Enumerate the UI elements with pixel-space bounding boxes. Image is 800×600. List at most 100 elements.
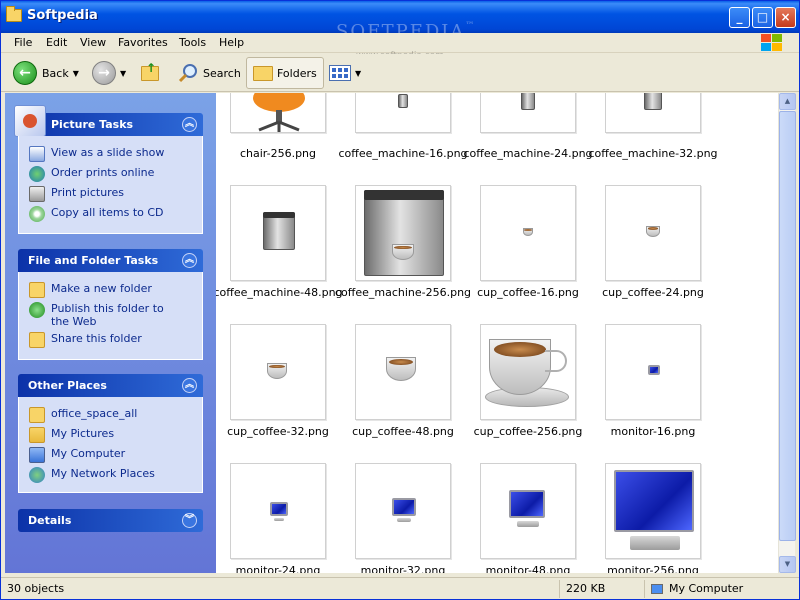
file-thumbnail[interactable] xyxy=(480,185,576,281)
file-name[interactable]: coffee_machine-16.png xyxy=(333,147,473,160)
file-thumbnail[interactable] xyxy=(480,463,576,559)
forward-button[interactable]: → ▼ xyxy=(92,57,126,89)
menu-file[interactable]: File xyxy=(14,36,32,49)
chevron-down-icon[interactable]: ▼ xyxy=(120,69,126,78)
task-label: Share this folder xyxy=(51,332,142,345)
file-thumbnail[interactable] xyxy=(230,463,326,559)
maximize-button[interactable]: □ xyxy=(752,7,773,28)
file-name[interactable]: monitor-256.png xyxy=(583,564,723,573)
search-button[interactable]: Search xyxy=(177,57,241,89)
task-share-folder[interactable]: Share this folder xyxy=(29,332,202,348)
cup-image xyxy=(392,244,414,260)
folders-label: Folders xyxy=(277,66,317,80)
task-new-folder[interactable]: Make a new folder xyxy=(29,282,202,298)
file-folder-tasks-panel: File and Folder Tasks ︽ Make a new folde… xyxy=(18,249,203,360)
file-name[interactable]: chair-256.png xyxy=(216,147,348,160)
windows-logo-icon xyxy=(761,34,785,52)
menu-tools[interactable]: Tools xyxy=(179,36,206,49)
place-my-computer[interactable]: My Computer xyxy=(29,447,202,463)
vertical-scrollbar[interactable]: ▲ ▼ xyxy=(778,93,796,573)
task-order-prints[interactable]: Order prints online xyxy=(29,166,202,182)
chevron-down-icon[interactable]: ▼ xyxy=(73,69,79,78)
task-label: View as a slide show xyxy=(51,146,165,159)
menu-edit[interactable]: Edit xyxy=(46,36,67,49)
scroll-thumb[interactable] xyxy=(779,111,796,541)
search-label: Search xyxy=(203,66,241,80)
menu-favorites[interactable]: Favorites xyxy=(118,36,168,49)
file-folder-tasks-header[interactable]: File and Folder Tasks ︽ xyxy=(18,249,203,272)
task-slide-show[interactable]: View as a slide show xyxy=(29,146,202,162)
file-thumbnail[interactable] xyxy=(605,463,701,559)
file-name[interactable]: coffee_machine-256.png xyxy=(333,286,473,299)
file-name[interactable]: cup_coffee-16.png xyxy=(458,286,598,299)
coffee-machine-top xyxy=(263,212,295,218)
file-thumbnail[interactable] xyxy=(355,93,451,133)
file-thumbnail[interactable] xyxy=(355,324,451,420)
file-name[interactable]: cup_coffee-256.png xyxy=(458,425,598,438)
file-thumbnail[interactable] xyxy=(605,93,701,133)
task-print-pictures[interactable]: Print pictures xyxy=(29,186,202,202)
window-title: Softpedia xyxy=(27,8,98,23)
file-name[interactable]: coffee_machine-24.png xyxy=(458,147,598,160)
place-label: office_space_all xyxy=(51,407,138,420)
views-button[interactable]: ▼ xyxy=(329,57,361,89)
monitor-stand xyxy=(397,518,411,522)
file-name[interactable]: coffee_machine-32.png xyxy=(583,147,723,160)
status-bar: 30 objects 220 KB My Computer xyxy=(1,577,799,599)
file-name[interactable]: monitor-32.png xyxy=(333,564,473,573)
title-bar[interactable]: Softpedia SOFTPEDIA™ _ □ × xyxy=(1,1,799,42)
file-name[interactable]: cup_coffee-24.png xyxy=(583,286,723,299)
other-places-header[interactable]: Other Places ︽ xyxy=(18,374,203,397)
file-thumbnail[interactable] xyxy=(355,185,451,281)
coffee-machine-image xyxy=(644,93,662,110)
file-thumbnail[interactable] xyxy=(355,463,451,559)
collapse-chevron-icon[interactable]: ︽ xyxy=(182,253,197,268)
file-name[interactable]: monitor-16.png xyxy=(583,425,723,438)
collapse-chevron-icon[interactable]: ︽ xyxy=(182,117,197,132)
menu-bar: File Edit View Favorites Tools Help xyxy=(1,33,799,53)
file-thumbnail[interactable] xyxy=(480,93,576,133)
file-thumbnail[interactable] xyxy=(230,185,326,281)
scroll-up-button[interactable]: ▲ xyxy=(779,93,796,110)
file-name[interactable]: monitor-48.png xyxy=(458,564,598,573)
details-header[interactable]: Details ︾ xyxy=(18,509,203,532)
expand-chevron-icon[interactable]: ︾ xyxy=(182,513,197,528)
coffee-machine-image xyxy=(364,190,444,276)
my-pictures-icon xyxy=(29,427,45,443)
publish-web-icon xyxy=(29,302,45,318)
file-thumbnail[interactable] xyxy=(230,93,326,133)
my-computer-icon xyxy=(651,584,663,594)
scroll-down-button[interactable]: ▼ xyxy=(779,556,796,573)
place-my-network[interactable]: My Network Places xyxy=(29,467,202,483)
monitor-image xyxy=(270,502,288,516)
task-copy-cd[interactable]: Copy all items to CD xyxy=(29,206,202,222)
task-label: Print pictures xyxy=(51,186,124,199)
file-name[interactable]: monitor-24.png xyxy=(216,564,348,573)
file-name[interactable]: coffee_machine-48.png xyxy=(216,286,348,299)
search-icon xyxy=(178,64,197,83)
chevron-down-icon[interactable]: ▼ xyxy=(355,69,361,78)
minimize-button[interactable]: _ xyxy=(729,7,750,28)
picture-tasks-body: View as a slide show Order prints online… xyxy=(18,136,203,234)
coffee-machine-image xyxy=(398,94,408,108)
picture-tasks-header[interactable]: Picture Tasks ︽ xyxy=(14,105,203,137)
up-folder-button[interactable]: ↑ xyxy=(141,57,163,89)
file-thumbnail[interactable] xyxy=(605,324,701,420)
file-thumbnail[interactable] xyxy=(230,324,326,420)
file-thumbnail[interactable] xyxy=(480,324,576,420)
menu-help[interactable]: Help xyxy=(219,36,244,49)
menu-view[interactable]: View xyxy=(80,36,106,49)
file-name[interactable]: cup_coffee-32.png xyxy=(216,425,348,438)
task-publish-web[interactable]: Publish this folder to the Web xyxy=(29,302,202,328)
close-button[interactable]: × xyxy=(775,7,796,28)
back-button[interactable]: ← Back ▼ xyxy=(13,57,79,89)
file-name[interactable]: cup_coffee-48.png xyxy=(333,425,473,438)
collapse-chevron-icon[interactable]: ︽ xyxy=(182,378,197,393)
file-thumbnail[interactable] xyxy=(605,185,701,281)
file-view: chair-256.png coffee_machine-16.png coff… xyxy=(216,93,778,573)
place-my-pictures[interactable]: My Pictures xyxy=(29,427,202,443)
folders-button[interactable]: Folders xyxy=(246,57,324,89)
cup-image xyxy=(489,339,567,395)
place-office-space-all[interactable]: office_space_all xyxy=(29,407,202,423)
new-folder-icon xyxy=(29,282,45,298)
